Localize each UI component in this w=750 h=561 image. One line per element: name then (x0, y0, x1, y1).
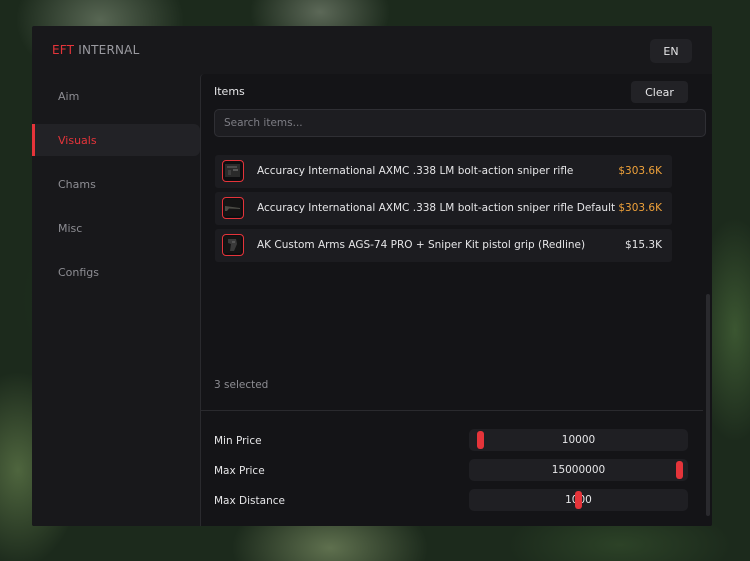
sidebar-item-chams[interactable]: Chams (32, 168, 200, 200)
app-brand: EFT INTERNAL (52, 43, 139, 57)
max-distance-label: Max Distance (214, 495, 285, 507)
selected-count: 3 selected (214, 379, 269, 391)
slider-handle[interactable] (477, 431, 485, 449)
item-price: $303.6K (618, 165, 662, 177)
sidebar-item-configs[interactable]: Configs (32, 256, 200, 288)
sidebar-item-misc[interactable]: Misc (32, 212, 200, 244)
list-item[interactable]: Accuracy International AXMC .338 LM bolt… (215, 155, 672, 188)
item-price: $15.3K (625, 239, 662, 251)
search-input[interactable] (214, 109, 706, 137)
max-price-value: 15000000 (551, 464, 606, 476)
list-item[interactable]: AK Custom Arms AGS-74 PRO + Sniper Kit p… (215, 229, 672, 262)
list-item[interactable]: Accuracy International AXMC .338 LM bolt… (215, 192, 672, 225)
item-name: Accuracy International AXMC .338 LM bolt… (257, 202, 616, 214)
max-price-slider[interactable]: 15000000 (469, 459, 688, 481)
rifle-icon (222, 197, 244, 219)
clear-button[interactable]: Clear (631, 81, 688, 103)
scrollbar[interactable] (706, 294, 710, 516)
brand-primary: EFT (52, 43, 75, 57)
sidebar: Aim Visuals Chams Misc Configs (32, 74, 200, 526)
main-panel: Items Clear Accuracy International AXMC … (200, 74, 712, 526)
sniper-rifle-icon (222, 160, 244, 182)
items-heading: Items (214, 85, 245, 98)
min-price-slider[interactable]: 10000 (469, 429, 688, 451)
pistol-grip-icon (222, 234, 244, 256)
brand-secondary: INTERNAL (78, 43, 140, 57)
max-price-label: Max Price (214, 465, 265, 477)
slider-handle[interactable] (675, 461, 683, 479)
divider (201, 410, 703, 411)
item-name: Accuracy International AXMC .338 LM bolt… (257, 165, 574, 177)
app-window: EFT INTERNAL EN Aim Visuals Chams Misc C… (32, 26, 712, 526)
sidebar-item-aim[interactable]: Aim (32, 80, 200, 112)
title-bar: EFT INTERNAL EN (32, 26, 712, 74)
slider-handle[interactable] (575, 491, 582, 509)
language-button[interactable]: EN (650, 39, 692, 63)
item-price: $303.6K (618, 202, 662, 214)
sidebar-item-visuals[interactable]: Visuals (32, 124, 200, 156)
item-name: AK Custom Arms AGS-74 PRO + Sniper Kit p… (257, 239, 586, 251)
min-price-value: 10000 (561, 434, 596, 446)
min-price-label: Min Price (214, 435, 262, 447)
max-distance-slider[interactable]: 1000 (469, 489, 688, 511)
